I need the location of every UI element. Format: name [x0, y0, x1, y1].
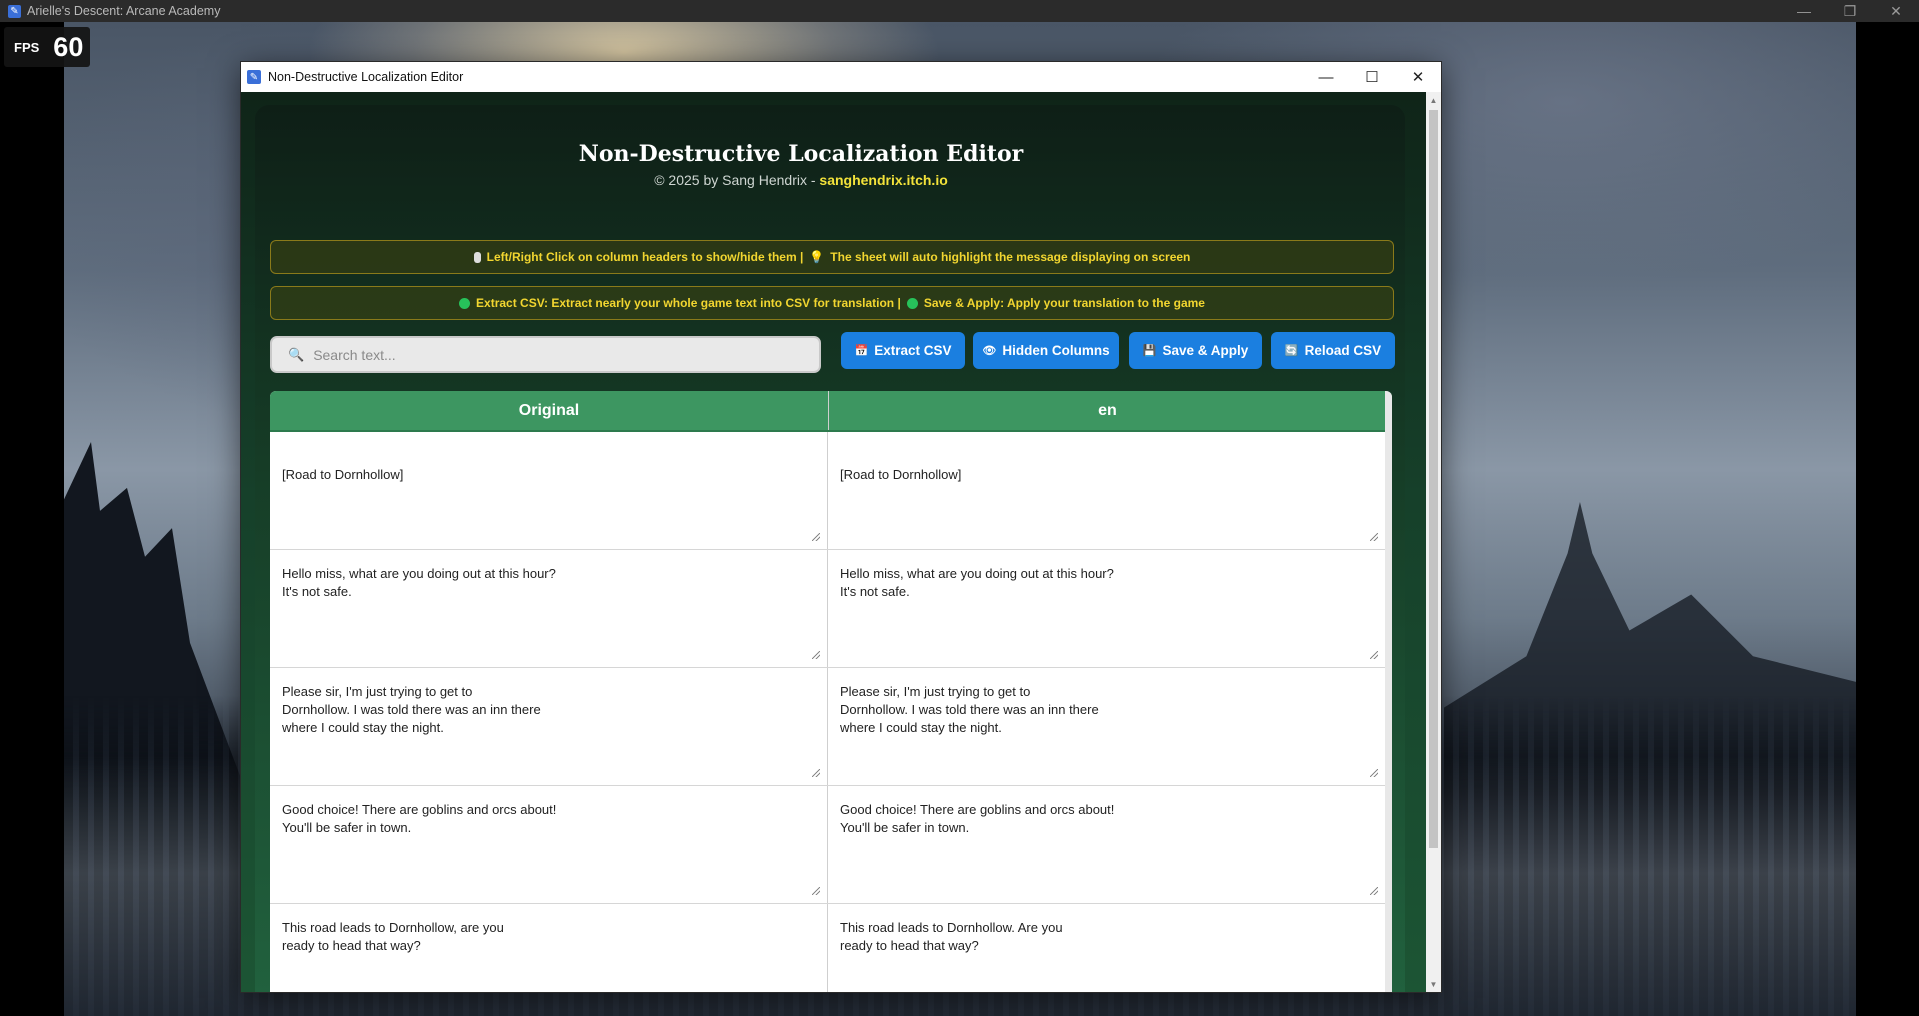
- editor-window-controls: — ☐ ✕: [1303, 62, 1441, 92]
- resize-grip-icon[interactable]: [1370, 651, 1378, 659]
- scroll-up-icon[interactable]: ▲: [1426, 92, 1441, 108]
- translation-sheet: Original en [Road to Dornhollow] [Road t…: [270, 391, 1392, 992]
- fps-value: 60: [53, 31, 84, 62]
- translation-cell[interactable]: Please sir, I'm just trying to get to Do…: [828, 668, 1385, 785]
- game-window-controls: — ❐ ✕: [1781, 0, 1919, 22]
- save-apply-button[interactable]: 💾 Save & Apply: [1129, 332, 1262, 369]
- resize-grip-icon[interactable]: [812, 533, 820, 541]
- page-subtitle: © 2025 by Sang Hendrix - sanghendrix.itc…: [241, 172, 1361, 188]
- lightbulb-icon: 💡: [809, 250, 825, 264]
- notice-columns: Left/Right Click on column headers to sh…: [270, 240, 1394, 274]
- notice-extract: Extract CSV: Extract nearly your whole g…: [270, 286, 1394, 320]
- resize-grip-icon[interactable]: [812, 769, 820, 777]
- notice-highlight-text: The sheet will auto highlight the messag…: [830, 250, 1191, 264]
- table-row: This road leads to Dornhollow, are you r…: [270, 904, 1392, 992]
- original-cell[interactable]: Good choice! There are goblins and orcs …: [270, 786, 828, 903]
- translation-cell[interactable]: This road leads to Dornhollow. Are you r…: [828, 904, 1385, 992]
- minimize-icon[interactable]: —: [1781, 0, 1827, 22]
- green-dot-icon: [906, 297, 918, 309]
- editor-titlebar: ✎ Non-Destructive Localization Editor — …: [241, 62, 1441, 92]
- search-icon: 🔍: [288, 346, 305, 362]
- resize-grip-icon[interactable]: [812, 651, 820, 659]
- floppy-icon: 💾: [1142, 345, 1157, 357]
- notice-save-text: Save & Apply: Apply your translation to …: [923, 296, 1205, 310]
- calendar-icon: 📅: [854, 345, 869, 357]
- resize-grip-icon[interactable]: [1370, 887, 1378, 895]
- restore-icon[interactable]: ❐: [1827, 0, 1873, 22]
- copyright-text: © 2025 by Sang Hendrix -: [654, 172, 820, 188]
- search-input[interactable]: [311, 345, 796, 364]
- table-row: Good choice! There are goblins and orcs …: [270, 786, 1392, 904]
- close-icon[interactable]: ✕: [1873, 0, 1919, 22]
- table-row: [Road to Dornhollow] [Road to Dornhollow…: [270, 432, 1392, 550]
- localization-editor-window: ✎ Non-Destructive Localization Editor — …: [241, 62, 1441, 992]
- fps-counter: FPS 60: [4, 27, 90, 67]
- scroll-down-icon[interactable]: ▼: [1426, 976, 1441, 992]
- close-icon[interactable]: ✕: [1395, 62, 1441, 92]
- minimize-icon[interactable]: —: [1303, 62, 1349, 92]
- game-window-title: Arielle's Descent: Arcane Academy: [27, 4, 221, 18]
- hidden-columns-button[interactable]: 👁 Hidden Columns: [973, 332, 1119, 369]
- column-header-original[interactable]: Original: [270, 391, 829, 430]
- original-cell[interactable]: Hello miss, what are you doing out at th…: [270, 550, 828, 667]
- editor-scrollbar[interactable]: ▲ ▼: [1426, 92, 1441, 992]
- eye-icon: 👁: [982, 345, 997, 357]
- scrollbar-thumb[interactable]: [1429, 110, 1438, 848]
- hidden-columns-label: Hidden Columns: [1002, 343, 1110, 358]
- table-row: Please sir, I'm just trying to get to Do…: [270, 668, 1392, 786]
- translation-cell[interactable]: Hello miss, what are you doing out at th…: [828, 550, 1385, 667]
- maximize-icon[interactable]: ☐: [1349, 62, 1395, 92]
- resize-grip-icon[interactable]: [1370, 533, 1378, 541]
- game-titlebar: ✎ Arielle's Descent: Arcane Academy — ❐ …: [0, 0, 1919, 22]
- editor-body: Non-Destructive Localization Editor © 20…: [241, 92, 1426, 992]
- translation-cell[interactable]: [Road to Dornhollow]: [828, 432, 1385, 549]
- table-row: Hello miss, what are you doing out at th…: [270, 550, 1392, 668]
- reload-csv-button[interactable]: 🔄 Reload CSV: [1271, 332, 1395, 369]
- mouse-icon: [473, 251, 481, 263]
- search-box[interactable]: 🔍: [270, 336, 821, 373]
- column-header-en[interactable]: en: [829, 391, 1386, 430]
- extract-csv-button[interactable]: 📅 Extract CSV: [841, 332, 965, 369]
- green-dot-icon: [459, 297, 471, 309]
- page-title: Non-Destructive Localization Editor: [578, 141, 1024, 167]
- notice-columns-text: Left/Right Click on column headers to sh…: [486, 250, 804, 264]
- editor-window-title: Non-Destructive Localization Editor: [268, 70, 464, 84]
- editor-app-icon: ✎: [247, 70, 261, 84]
- fps-label: FPS: [14, 39, 40, 55]
- resize-grip-icon[interactable]: [812, 887, 820, 895]
- extract-csv-label: Extract CSV: [874, 343, 952, 358]
- original-cell[interactable]: Please sir, I'm just trying to get to Do…: [270, 668, 828, 785]
- original-cell[interactable]: This road leads to Dornhollow, are you r…: [270, 904, 828, 992]
- translation-cell[interactable]: Good choice! There are goblins and orcs …: [828, 786, 1385, 903]
- app-icon: ✎: [8, 4, 21, 18]
- original-cell[interactable]: [Road to Dornhollow]: [270, 432, 828, 549]
- author-link[interactable]: sanghendrix.itch.io: [819, 172, 947, 188]
- sheet-scrollbar[interactable]: [1385, 391, 1392, 992]
- resize-grip-icon[interactable]: [1370, 769, 1378, 777]
- sheet-header: Original en: [270, 391, 1392, 432]
- reload-csv-label: Reload CSV: [1304, 343, 1382, 358]
- notice-extract-text: Extract CSV: Extract nearly your whole g…: [476, 296, 901, 310]
- save-apply-label: Save & Apply: [1162, 343, 1249, 358]
- refresh-icon: 🔄: [1284, 345, 1299, 357]
